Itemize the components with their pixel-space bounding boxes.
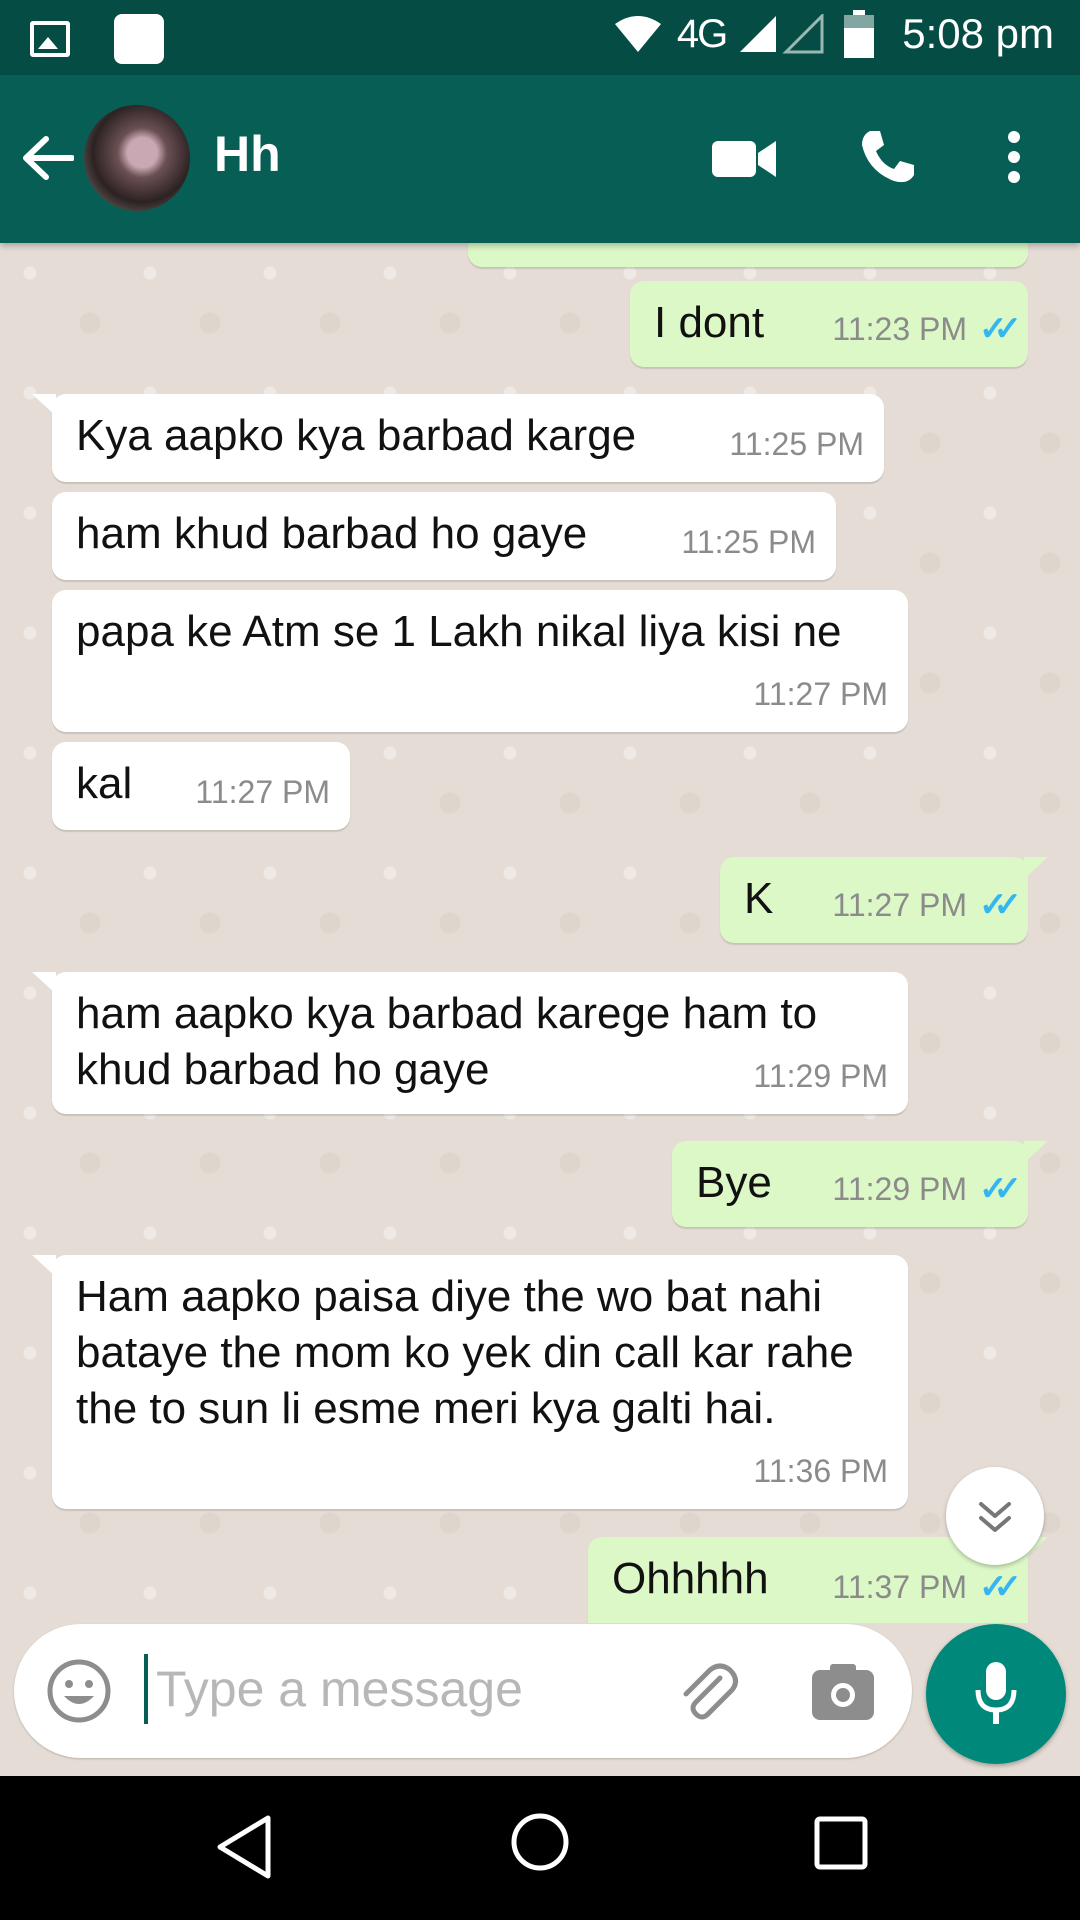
message-bubble-incoming[interactable]: ham aapko kya barbad karege ham to khud … <box>32 972 908 1114</box>
contact-name[interactable]: Hh <box>214 125 281 183</box>
message-text: I dont <box>654 298 765 347</box>
read-ticks-icon: ✓✓ <box>979 1170 1022 1208</box>
message-time: 11:29 PM <box>753 1058 888 1094</box>
message-time: 11:27 PM <box>195 774 330 810</box>
network-type: 4G <box>676 11 728 56</box>
status-bar: 4G 5:08 pm <box>0 0 1080 75</box>
signal-icon <box>740 14 824 54</box>
clock: 5:08 pm <box>902 10 1054 57</box>
message-text: ham khud barbad ho gaye <box>76 509 588 558</box>
message-time: 11:37 PM <box>832 1569 968 1605</box>
message-text: papa ke Atm se 1 Lakh nikal liya kisi ne <box>76 607 842 656</box>
chat-area[interactable]: I dont 11:23 PM ✓✓ Kya aapko kya barbad k… <box>0 243 1080 1623</box>
attach-icon[interactable] <box>676 1660 740 1724</box>
message-text: Bye <box>696 1158 772 1207</box>
message-text: ham aapko kya barbad karege ham to khud … <box>76 989 818 1094</box>
emoji-icon[interactable] <box>46 1658 112 1724</box>
message-time: 11:36 PM <box>753 1453 888 1489</box>
phone-icon[interactable] <box>858 127 918 187</box>
message-bubble-outgoing[interactable]: I dont 11:23 PM ✓✓ <box>630 281 1028 367</box>
image-icon <box>30 21 70 57</box>
message-input[interactable] <box>144 1654 644 1724</box>
read-ticks-icon: ✓✓ <box>979 1568 1022 1606</box>
message-text: kal <box>76 759 133 808</box>
message-bubble-outgoing[interactable]: Bye 11:29 PM ✓✓ <box>672 1141 1048 1227</box>
message-compose-bar <box>14 1624 912 1758</box>
message-time: 11:23 PM <box>832 311 968 347</box>
message-bubble-incoming[interactable]: Ham aapko paisa diye the wo bat nahi bat… <box>32 1255 908 1509</box>
chat-header: Hh <box>0 75 1080 243</box>
system-nav-bar <box>0 1776 1080 1920</box>
message-text: Ohhhhh <box>612 1554 769 1603</box>
message-bubble-outgoing[interactable]: K 11:27 PM ✓✓ <box>720 857 1048 943</box>
message-text: K <box>744 874 774 923</box>
message-bubble-incoming[interactable]: ham khud barbad ho gaye 11:25 PM <box>52 492 836 580</box>
wifi-icon <box>614 16 661 52</box>
message-bubble-incoming[interactable]: kal 11:27 PM <box>52 742 350 830</box>
message-text: Ham aapko paisa diye the wo bat nahi bat… <box>76 1272 854 1433</box>
message-bubble-incoming[interactable]: papa ke Atm se 1 Lakh nikal liya kisi ne… <box>52 590 908 732</box>
read-ticks-icon: ✓✓ <box>979 310 1022 348</box>
scroll-to-bottom-button[interactable] <box>946 1467 1044 1565</box>
more-vert-icon[interactable] <box>1004 131 1024 183</box>
video-call-icon[interactable] <box>712 139 776 179</box>
app-icon <box>114 14 164 64</box>
microphone-icon <box>975 1662 1017 1724</box>
message-time: 11:27 PM <box>832 887 968 923</box>
message-bubble-incoming[interactable]: Kya aapko kya barbad karge 11:25 PM <box>32 394 884 482</box>
nav-recents-icon[interactable] <box>814 1816 868 1870</box>
avatar[interactable] <box>84 105 190 211</box>
chevron-double-down-icon <box>979 1502 1011 1532</box>
nav-back-icon[interactable] <box>214 1814 274 1880</box>
message-text: Kya aapko kya barbad karge <box>76 411 637 460</box>
message-time: 11:27 PM <box>753 676 888 712</box>
nav-home-icon[interactable] <box>510 1812 570 1872</box>
message-bubble-partial <box>468 243 1028 267</box>
message-time: 11:25 PM <box>729 426 864 462</box>
battery-icon <box>844 10 875 58</box>
message-time: 11:25 PM <box>681 524 816 560</box>
read-ticks-icon: ✓✓ <box>979 886 1022 924</box>
back-arrow-icon[interactable] <box>22 135 74 181</box>
message-time: 11:29 PM <box>832 1171 968 1207</box>
camera-icon[interactable] <box>812 1664 874 1720</box>
voice-record-button[interactable] <box>926 1624 1066 1764</box>
